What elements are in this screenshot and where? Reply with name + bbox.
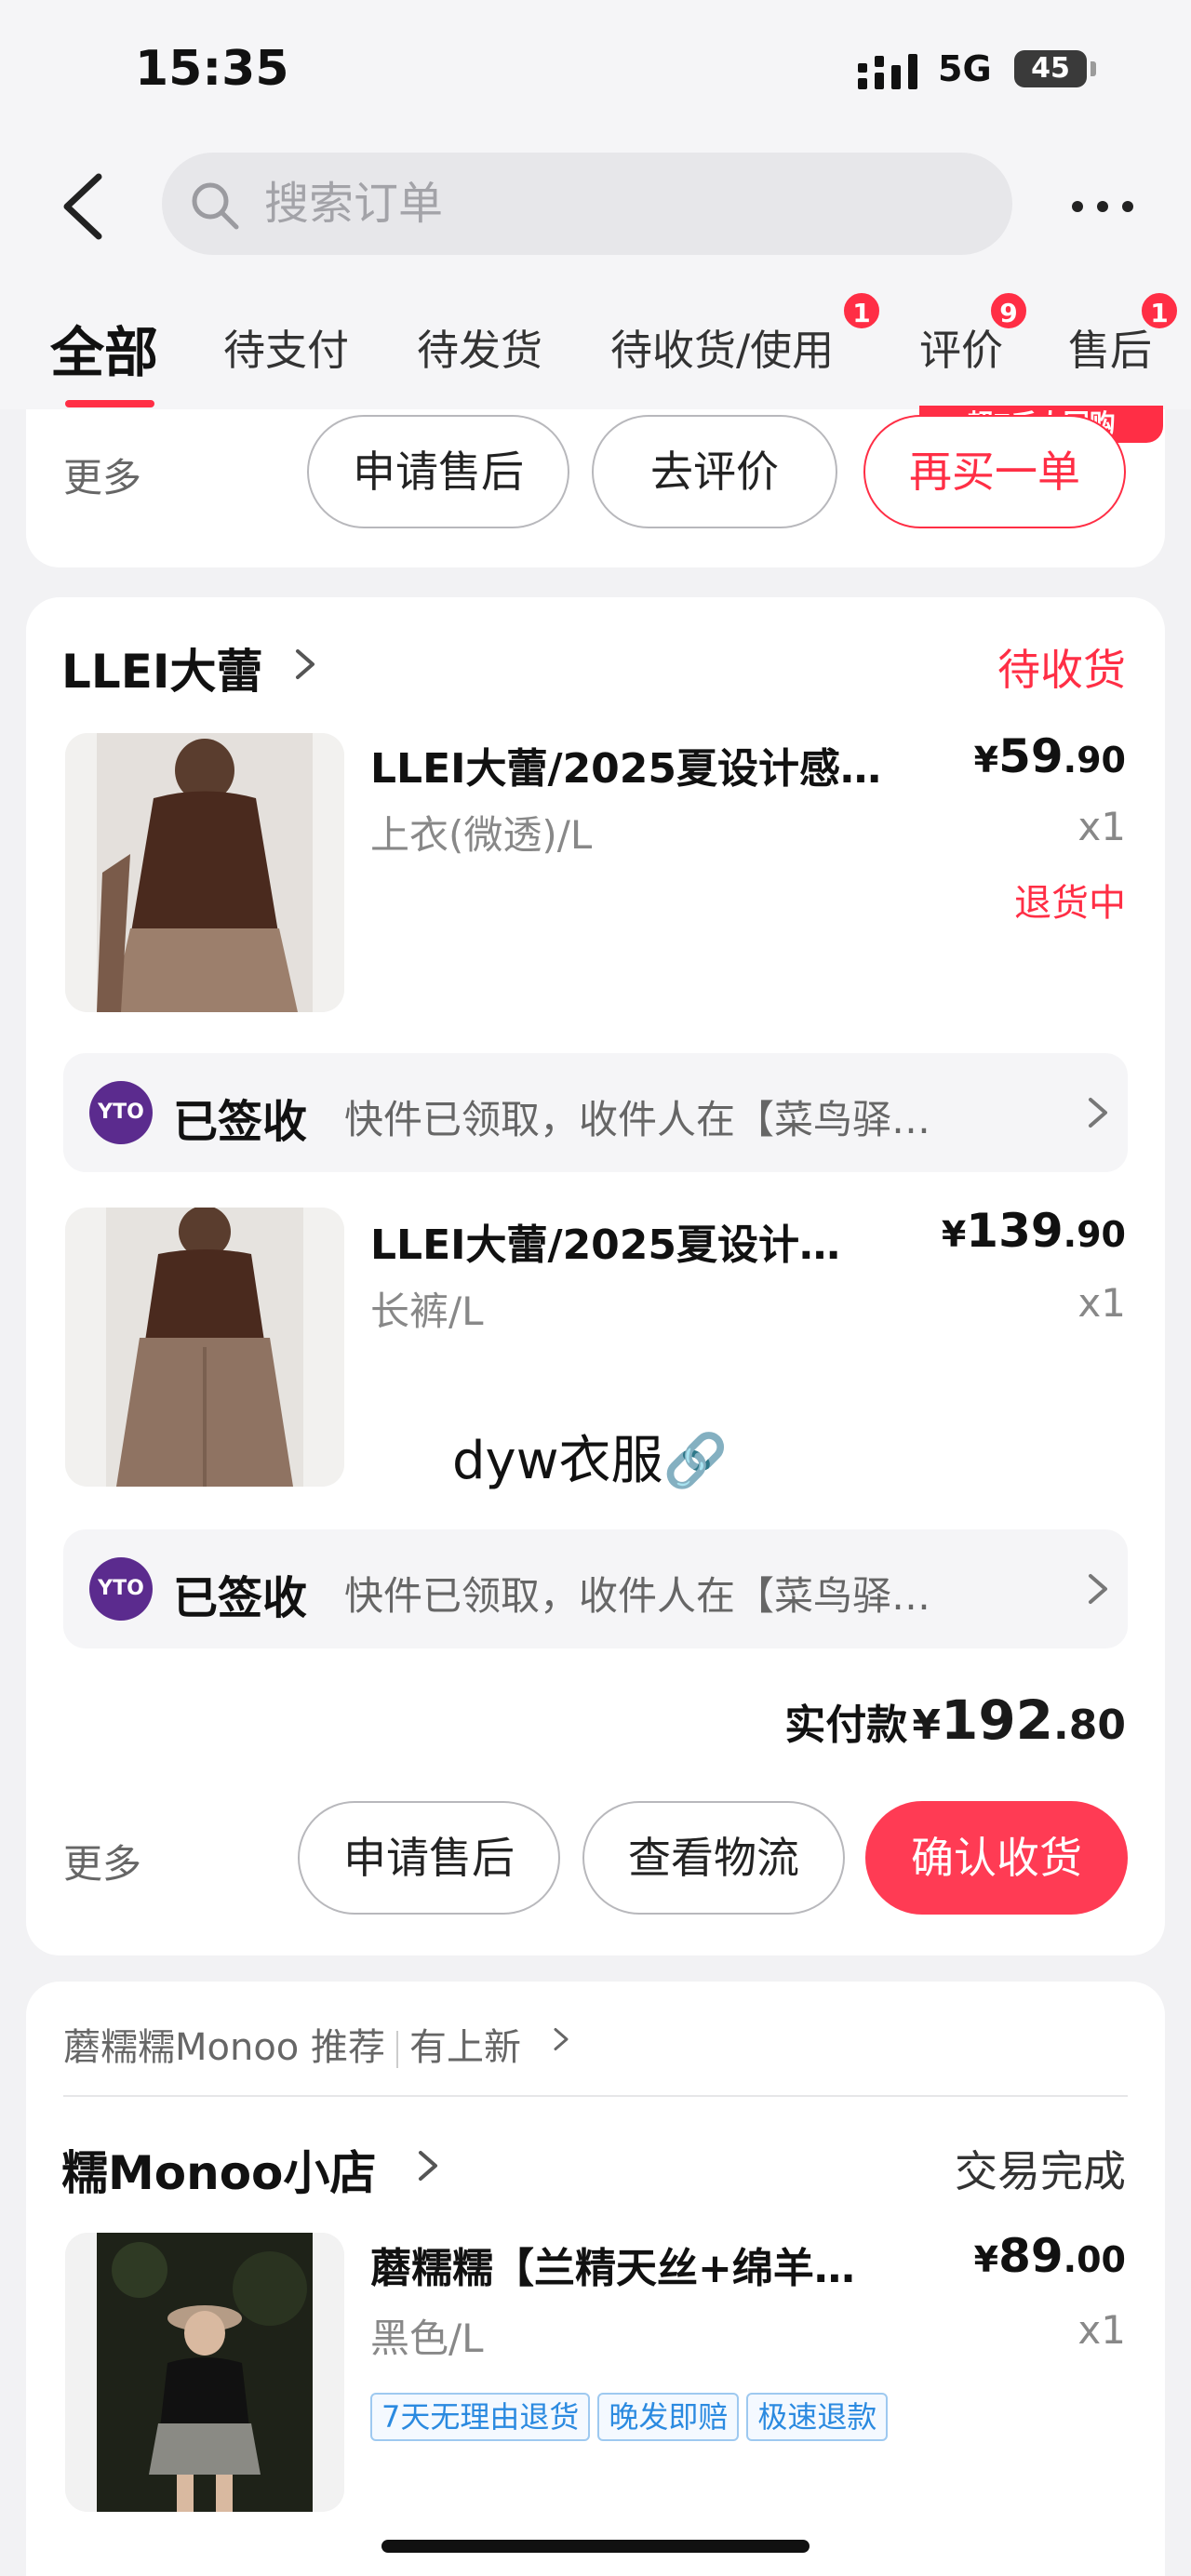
battery-tip — [1091, 61, 1096, 76]
product-price: ¥59.90 — [973, 729, 1126, 783]
logistics-detail: 快件已领取，收件人在【菜鸟驿… — [344, 1097, 931, 1142]
more-options-icon[interactable] — [1070, 195, 1135, 218]
shop-recommendation[interactable]: 蘑糯糯Monoo 推荐 有上新 — [63, 2017, 521, 2071]
service-tag: 晚发即赔 — [597, 2393, 740, 2441]
status-bar: 15:35 5G 45 — [0, 0, 1191, 140]
tab-all[interactable]: 全部 — [50, 309, 158, 387]
clock: 15:35 — [135, 41, 289, 97]
service-tag: 7天无理由退货 — [370, 2393, 591, 2441]
apply-after-sales-button[interactable]: 申请售后 — [298, 1801, 560, 1915]
order-status: 交易完成 — [955, 2146, 1126, 2196]
product-price: ¥139.90 — [941, 1204, 1126, 1258]
product-quantity: x1 — [1077, 2307, 1126, 2353]
paid-amount: 实付款 ¥192.80 — [784, 1688, 1126, 1752]
tab-after-sales[interactable]: 售后 — [1068, 316, 1152, 377]
chevron-right-icon — [296, 649, 314, 679]
more-link[interactable]: 更多 — [63, 1833, 141, 1889]
tab-active-indicator — [65, 400, 154, 407]
shop-name[interactable]: LLEI大蕾 — [61, 634, 262, 701]
paid-label: 实付款 — [784, 1702, 908, 1749]
logistics-status: 已签收 — [173, 1572, 308, 1624]
courier-logo: YTO — [89, 1557, 153, 1621]
chevron-right-icon — [1089, 1574, 1107, 1604]
home-indicator[interactable] — [381, 2540, 810, 2553]
search-header — [0, 140, 1191, 270]
more-link[interactable]: 更多 — [63, 447, 141, 503]
product-price: ¥89.00 — [973, 2229, 1126, 2283]
service-tag: 极速退款 — [746, 2393, 889, 2441]
product-image[interactable] — [65, 733, 344, 1012]
product-photo-top — [65, 733, 344, 1012]
tab-pending-payment[interactable]: 待支付 — [223, 316, 349, 377]
order-tabs: 全部 待支付 待发货 待收货/使用 1 评价 9 售后 1 — [0, 270, 1191, 409]
search-input[interactable] — [264, 171, 971, 236]
product-spec: 长裤/L — [370, 1288, 484, 1334]
product-quantity: x1 — [1077, 804, 1126, 849]
order-card-llei: LLEI大蕾 待收货 LLEI大蕾/2025夏设计感… ¥59.90 上衣(微透… — [26, 597, 1165, 1955]
logistics-row[interactable]: YTO 已签收 快件已领取，收件人在【菜鸟驿… — [63, 1053, 1128, 1172]
chevron-right-icon — [419, 2151, 437, 2181]
product-photo-black — [65, 2233, 344, 2512]
watermark-text: dyw衣服🔗 — [452, 1431, 729, 1491]
apply-after-sales-button[interactable]: 申请售后 — [307, 415, 569, 528]
tab-badge-review: 9 — [988, 290, 1029, 331]
product-quantity: x1 — [1077, 1280, 1126, 1326]
courier-logo: YTO — [89, 1081, 153, 1144]
order-card-previous: 超7千人回购 更多 申请售后 去评价 再买一单 — [26, 406, 1165, 567]
battery-icon: 45 — [1014, 50, 1087, 87]
product-photo-pants — [65, 1208, 344, 1487]
product-spec: 上衣(微透)/L — [370, 812, 593, 858]
network-label: 5G — [938, 48, 992, 89]
logistics-detail: 快件已领取，收件人在【菜鸟驿… — [344, 1573, 931, 1619]
product-image[interactable] — [65, 1208, 344, 1487]
signal-icon — [858, 54, 917, 89]
order-status: 待收货 — [997, 645, 1126, 695]
back-icon[interactable] — [58, 173, 110, 240]
order-card-monoo: 蘑糯糯Monoo 推荐 有上新 糯Monoo小店 交易完成 蘑糯糯【兰精天丝+绵羊… — [26, 1982, 1165, 2576]
search-icon — [192, 182, 239, 230]
tab-review[interactable]: 评价 — [919, 316, 1003, 377]
product-spec: 黑色/L — [370, 2316, 484, 2361]
product-title[interactable]: LLEI大蕾/2025夏设计… — [370, 1211, 840, 1271]
refund-status: 退货中 — [1014, 882, 1126, 925]
tab-badge-after-sales: 1 — [1139, 290, 1180, 331]
chevron-right-icon — [1089, 1098, 1107, 1128]
view-logistics-button[interactable]: 查看物流 — [582, 1801, 845, 1915]
write-review-button[interactable]: 去评价 — [592, 415, 837, 528]
confirm-receipt-button[interactable]: 确认收货 — [865, 1801, 1128, 1915]
divider — [63, 2095, 1128, 2097]
search-bar[interactable] — [162, 153, 1012, 255]
shop-name[interactable]: 糯Monoo小店 — [61, 2136, 376, 2203]
buy-again-button[interactable]: 再买一单 — [863, 415, 1126, 528]
product-title[interactable]: LLEI大蕾/2025夏设计感… — [370, 735, 881, 794]
logistics-row[interactable]: YTO 已签收 快件已领取，收件人在【菜鸟驿… — [63, 1529, 1128, 1648]
service-tags: 7天无理由退货 晚发即赔 极速退款 — [370, 2393, 895, 2441]
logistics-status: 已签收 — [173, 1096, 308, 1148]
tab-pending-receipt[interactable]: 待收货/使用 — [610, 316, 834, 377]
product-image[interactable] — [65, 2233, 344, 2512]
chevron-right-icon — [554, 2028, 569, 2050]
tab-pending-shipment[interactable]: 待发货 — [417, 316, 542, 377]
tab-badge-pending-receipt: 1 — [841, 290, 882, 331]
product-title[interactable]: 蘑糯糯【兰精天丝+绵羊… — [370, 2235, 855, 2294]
